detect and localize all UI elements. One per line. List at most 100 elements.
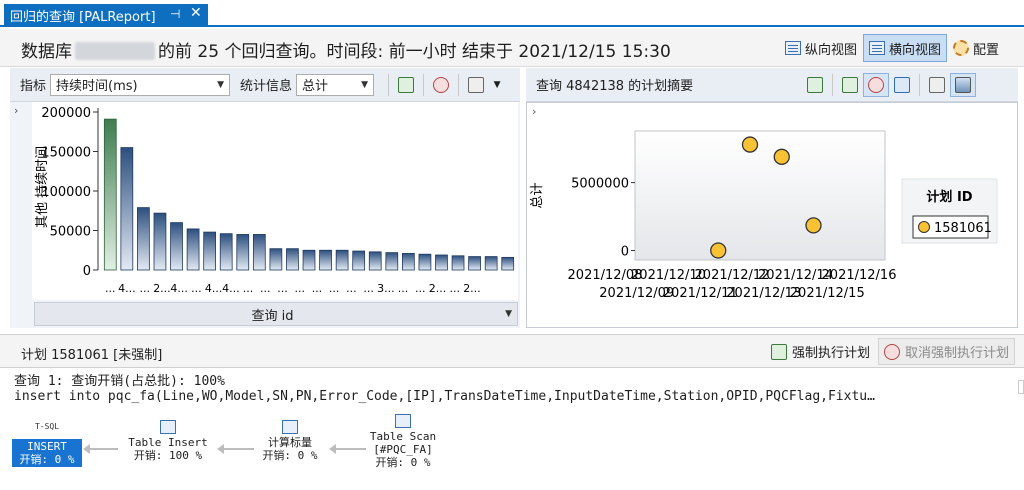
track-query-button[interactable]	[428, 73, 454, 97]
unforce-plan-icon	[868, 76, 884, 93]
document-tabstrip: 回归的查询 [PALReport] ⊣ ✕	[0, 0, 1024, 27]
toolbar-separator	[388, 73, 390, 96]
bar	[418, 253, 432, 271]
scatter-x-tick-label: 2021/12/15	[790, 286, 865, 301]
bar	[153, 212, 167, 271]
config-button[interactable]: 配置	[947, 34, 1005, 62]
grid-view-icon	[869, 41, 886, 55]
chevron-down-icon: ▼	[217, 79, 225, 90]
execution-plan-view: 查询 1: 查询开销(占总批): 100% insert into pqc_fa…	[0, 368, 1024, 490]
bar-x-tick-label: ...	[415, 282, 426, 295]
unforce-plan-toolbar-button[interactable]	[863, 72, 889, 97]
query-sql-line: insert into pqc_fa(Line,WO,Model,SN,PN,E…	[14, 389, 875, 404]
bar	[137, 207, 150, 271]
force-plan-toolbar-button[interactable]	[837, 73, 863, 97]
plan-summary-title: 查询 4842138 的计划摘要	[536, 79, 694, 94]
scatter-plot-area	[634, 130, 886, 261]
plan-flow-arrow	[83, 444, 118, 454]
bar	[451, 255, 465, 271]
query-text-icon	[468, 76, 485, 93]
bar	[501, 256, 515, 271]
plan-node-table-insert[interactable]: Table Insert 开销: 100 %	[122, 420, 214, 462]
report-header: 数据库 的前 25 个回归查询。时间段: 前一小时 结束于 2021/12/15 …	[0, 29, 1024, 67]
chevron-down-icon: ▼	[361, 79, 369, 90]
scatter-y-label: 总计	[530, 182, 545, 208]
plan-node-compute-scalar[interactable]: 计算标量 开销: 0 %	[254, 420, 326, 462]
bar-x-tick-label: ...	[191, 282, 202, 295]
table-insert-icon	[160, 420, 176, 434]
scatter-y-tick-label: 5000000	[571, 177, 629, 192]
compare-plans-button[interactable]	[889, 73, 915, 97]
force-plan-icon	[842, 76, 858, 93]
report-summary: 数据库 的前 25 个回归查询。时间段: 前一小时 结束于 2021/12/15 …	[21, 37, 671, 62]
bar-x-tick-label: ...	[346, 282, 357, 295]
plan-node-insert[interactable]: T-SQL INSERT 开销: 0 %	[12, 420, 82, 467]
bar-x-tick-label: ...	[105, 282, 116, 295]
plan-flow-arrow	[217, 444, 254, 454]
chart-mode-button[interactable]	[950, 72, 976, 97]
toolbar-overflow-button[interactable]: ▼	[489, 73, 505, 97]
metrics-toolbar: 指标 持续时间(ms) ▼ 统计信息 总计 ▼ ▼	[10, 68, 520, 102]
scatter-chart: 总计050000002021/12/082021/12/102021/12/12…	[530, 130, 998, 301]
bar-x-tick-label: 2...	[463, 282, 481, 295]
bar-y-tick-label: 100000	[41, 185, 91, 200]
bar	[401, 253, 415, 271]
plan-node-cost: 开销: 100 %	[133, 449, 203, 462]
horizontal-view-button[interactable]: 横向视图	[863, 34, 948, 62]
refresh-button[interactable]	[393, 73, 419, 97]
bar-x-tick-label: ...	[243, 282, 254, 295]
bar-x-tick-label: 2...	[153, 282, 171, 295]
bar-y-tick-label: 150000	[41, 146, 91, 161]
plan-scrollbar[interactable]	[1018, 380, 1024, 394]
statistic-label: 统计信息	[240, 79, 293, 94]
legend-title: 计划 ID	[926, 189, 972, 205]
metric-select[interactable]: 持续时间(ms) ▼	[50, 73, 231, 96]
refresh-button[interactable]	[802, 73, 828, 97]
expand-icon[interactable]: ›	[14, 104, 18, 117]
statistic-select[interactable]: 总计 ▼	[296, 73, 375, 96]
bar	[269, 248, 283, 271]
bar-x-tick-label: 2...	[429, 282, 447, 295]
chart-icon	[955, 76, 971, 93]
plan-summary-toolbar: 查询 4842138 的计划摘要	[526, 68, 1018, 102]
plan-node-name: 计算标量	[268, 436, 312, 449]
bar-x-tick-label: 4...	[170, 282, 188, 295]
legend-entry-label: 1581061	[934, 221, 992, 236]
compute-scalar-icon	[282, 420, 298, 434]
view-query-button[interactable]	[463, 73, 489, 97]
bar-chart-panel: › 其他 持续时间 0 50000 100000 150000 200000... 4..…	[10, 102, 520, 328]
bar-chart-xlabel: 查询 id	[251, 308, 294, 324]
plan-node-table-scan[interactable]: Table Scan [#PQC_FA] 开销: 0 %	[364, 414, 442, 469]
unforce-plan-icon	[884, 343, 900, 360]
scatter-point	[805, 217, 822, 234]
bar-y-tick-label: 50000	[50, 225, 91, 240]
refresh-icon	[807, 76, 823, 93]
pin-icon[interactable]: ⊣	[170, 7, 180, 21]
unforce-plan-button[interactable]: 取消强制执行计划	[878, 338, 1016, 365]
document-tab[interactable]: 回归的查询 [PALReport] ⊣ ✕	[4, 4, 208, 27]
metric-label: 指标	[20, 79, 47, 94]
plan-node-name: INSERT	[27, 440, 67, 453]
document-tab-title: 回归的查询 [PALReport]	[10, 10, 156, 25]
grid-mode-button[interactable]	[924, 73, 950, 97]
bar	[286, 248, 299, 271]
force-plan-label: 强制执行计划	[792, 346, 871, 361]
grid-icon	[929, 76, 945, 93]
bar-x-tick-label: 3...	[377, 282, 395, 295]
vertical-view-label: 纵向视图	[805, 42, 858, 58]
x-axis-select[interactable]: 查询 id ▼	[34, 302, 518, 326]
force-plan-button[interactable]: 强制执行计划	[765, 338, 876, 365]
bar	[468, 256, 481, 271]
close-icon[interactable]: ✕	[190, 5, 202, 21]
chevron-down-icon: ▼	[505, 309, 512, 319]
force-plan-icon	[771, 343, 787, 360]
plan-title: 计划 1581061 [未强制]	[21, 348, 163, 363]
plan-node-name: Table Scan	[369, 430, 437, 443]
compare-icon	[894, 76, 910, 93]
vertical-view-button[interactable]: 纵向视图	[779, 34, 863, 62]
plan-flow-arrow	[329, 444, 366, 454]
bar-x-tick-label: ...	[260, 282, 271, 295]
summary-suffix: 的前 25 个回归查询。时间段: 前一小时 结束于 2021/12/15 15:…	[158, 42, 671, 62]
bar-x-tick-label: ...	[329, 282, 340, 295]
bar	[203, 231, 217, 271]
